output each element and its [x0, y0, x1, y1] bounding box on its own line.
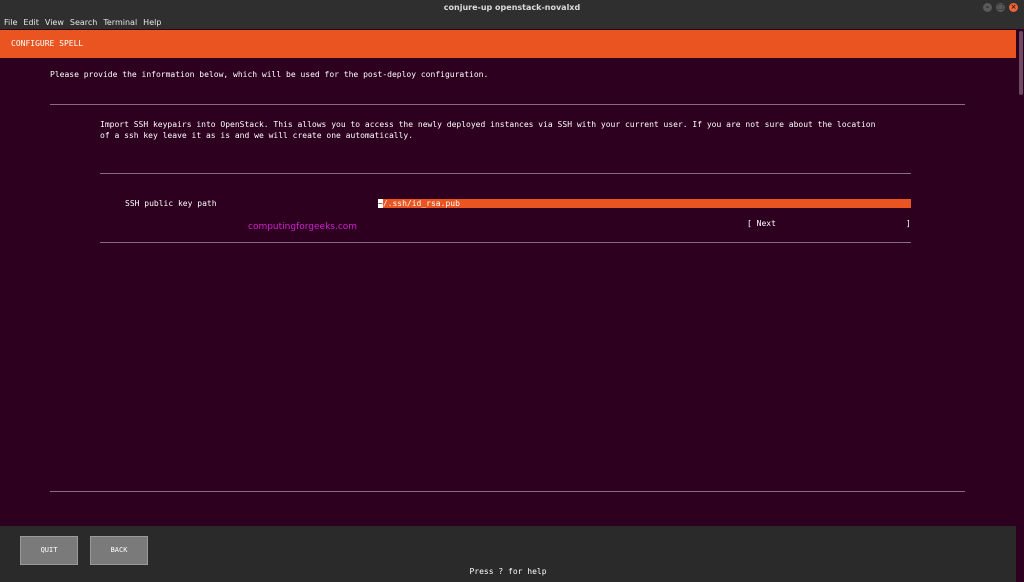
menu-view[interactable]: View: [45, 16, 64, 29]
divider-top: [50, 104, 965, 105]
window-title: conjure-up openstack-novalxd: [444, 3, 580, 12]
description-line-1: Import SSH keypairs into OpenStack. This…: [100, 119, 875, 130]
scrollbar-thumb[interactable]: [1019, 31, 1023, 95]
close-icon[interactable]: ×: [1009, 3, 1018, 12]
menu-search[interactable]: Search: [70, 16, 97, 29]
page-title: CONFIGURE SPELL: [11, 39, 83, 48]
scrollbar[interactable]: [1016, 29, 1024, 582]
quit-button[interactable]: QUIT: [20, 536, 78, 565]
menu-help[interactable]: Help: [143, 16, 161, 29]
header-bar: CONFIGURE SPELL: [0, 30, 1016, 58]
help-hint: Press ? for help: [0, 567, 1016, 576]
divider-form-top: [100, 173, 911, 174]
description-line-2: of a ssh key leave it as is and we will …: [100, 130, 413, 141]
ssh-key-path-input[interactable]: ~/.ssh/id_rsa.pub: [378, 199, 911, 208]
next-button[interactable]: [ Next: [747, 218, 776, 229]
ssh-key-label: SSH public key path: [125, 198, 217, 209]
menu-terminal[interactable]: Terminal: [103, 16, 137, 29]
minimize-icon[interactable]: –: [983, 3, 992, 12]
window-titlebar: conjure-up openstack-novalxd – □ ×: [0, 0, 1024, 16]
intro-text: Please provide the information below, wh…: [50, 69, 488, 80]
window-controls: – □ ×: [983, 3, 1018, 12]
watermark: computingforgeeks.com: [248, 222, 357, 232]
back-button[interactable]: BACK: [90, 536, 148, 565]
divider-form-bottom: [100, 242, 911, 243]
menu-file[interactable]: File: [4, 16, 17, 29]
divider-bottom: [50, 491, 965, 492]
footer: QUIT BACK Press ? for help: [0, 526, 1016, 582]
terminal-area: CONFIGURE SPELL Please provide the infor…: [0, 29, 1024, 582]
menu-edit[interactable]: Edit: [23, 16, 39, 29]
maximize-icon[interactable]: □: [996, 3, 1005, 12]
ssh-key-path-value: /.ssh/id_rsa.pub: [383, 199, 460, 208]
next-button-bracket[interactable]: ]: [906, 218, 911, 229]
menubar: File Edit View Search Terminal Help: [0, 16, 1024, 29]
